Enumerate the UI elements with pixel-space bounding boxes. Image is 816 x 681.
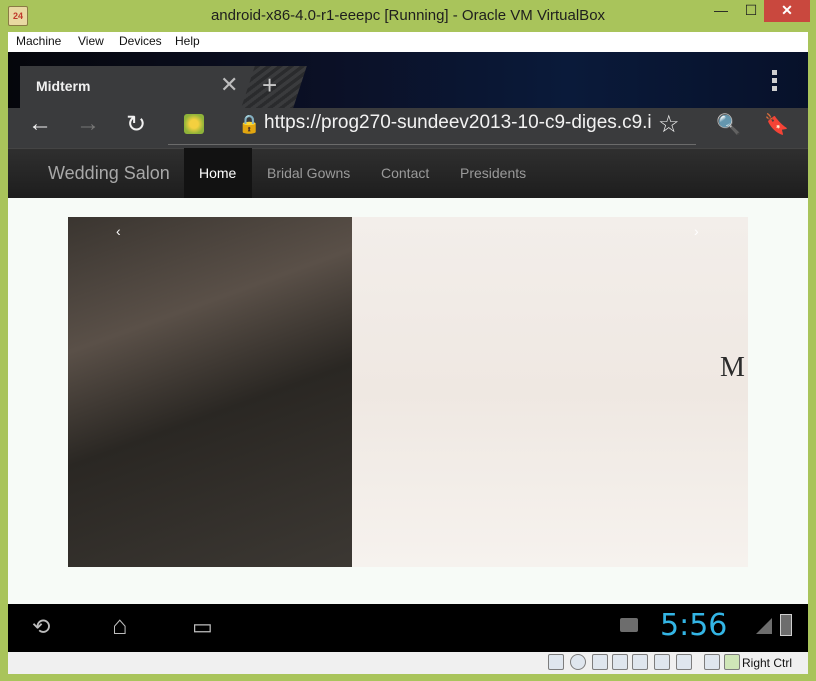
- back-arrow-icon[interactable]: ←: [28, 110, 52, 138]
- search-icon[interactable]: 🔍: [716, 112, 741, 137]
- tab-title: Midterm: [36, 78, 91, 94]
- recording-icon[interactable]: [676, 654, 692, 670]
- star-icon[interactable]: ☆: [658, 110, 680, 139]
- android-back-icon[interactable]: ⟲: [32, 614, 50, 640]
- image-carousel[interactable]: ‹ ›: [68, 217, 748, 567]
- android-clock: 5:56: [660, 608, 728, 643]
- hard-disk-icon[interactable]: [548, 654, 564, 670]
- signal-icon: [756, 618, 772, 634]
- forward-arrow-icon[interactable]: →: [76, 110, 100, 138]
- usb-icon[interactable]: [592, 654, 608, 670]
- bride-photo-left: [68, 217, 352, 567]
- overflow-menu-icon[interactable]: [772, 70, 778, 94]
- nav-bridal-gowns[interactable]: Bridal Gowns: [267, 165, 350, 181]
- bride-photo-right: [352, 217, 748, 567]
- url-underline: [168, 144, 696, 145]
- network-icon[interactable]: [612, 654, 628, 670]
- lock-icon: 🔒: [238, 114, 261, 134]
- site-favicon-icon: [184, 114, 204, 134]
- android-recent-apps-icon[interactable]: ▭: [192, 614, 213, 640]
- carousel-prev-icon[interactable]: ‹: [116, 223, 121, 239]
- display-icon[interactable]: [654, 654, 670, 670]
- nav-presidents[interactable]: Presidents: [460, 165, 526, 181]
- optical-drive-icon[interactable]: [570, 654, 586, 670]
- host-key-label: Right Ctrl: [742, 656, 793, 670]
- battery-icon: [780, 614, 792, 636]
- vm-screen[interactable]: Midterm ✕ + ← → ↻ 🔒 https://prog270-sund…: [8, 52, 808, 652]
- plus-icon[interactable]: +: [262, 70, 277, 101]
- host-key-icon[interactable]: [724, 654, 740, 670]
- window-title: android-x86-4.0-r1-eeepc [Running] - Ora…: [210, 7, 606, 24]
- menu-devices[interactable]: Devices: [119, 34, 162, 48]
- maximize-button[interactable]: ☐: [736, 0, 766, 22]
- url-field[interactable]: https://prog270-sundeev2013-10-c9-diges.…: [264, 112, 652, 134]
- menu-help[interactable]: Help: [175, 34, 200, 48]
- close-button[interactable]: ✕: [764, 0, 810, 22]
- site-brand[interactable]: Wedding Salon: [48, 163, 170, 184]
- nav-home[interactable]: Home: [199, 165, 236, 181]
- brand-logo-letter: M: [720, 352, 745, 383]
- bookmarks-icon[interactable]: 🔖: [764, 112, 789, 137]
- menu-machine[interactable]: Machine: [16, 34, 61, 48]
- reload-icon[interactable]: ↻: [126, 110, 146, 139]
- carousel-next-icon[interactable]: ›: [694, 223, 699, 239]
- mouse-integration-icon[interactable]: [704, 654, 720, 670]
- android-home-icon[interactable]: ⌂: [112, 610, 128, 641]
- tab-close-icon[interactable]: ✕: [220, 72, 238, 98]
- nav-contact[interactable]: Contact: [381, 165, 429, 181]
- shopping-bag-icon[interactable]: [620, 618, 638, 632]
- minimize-button[interactable]: —: [706, 0, 736, 22]
- menu-view[interactable]: View: [78, 34, 104, 48]
- shared-folder-icon[interactable]: [632, 654, 648, 670]
